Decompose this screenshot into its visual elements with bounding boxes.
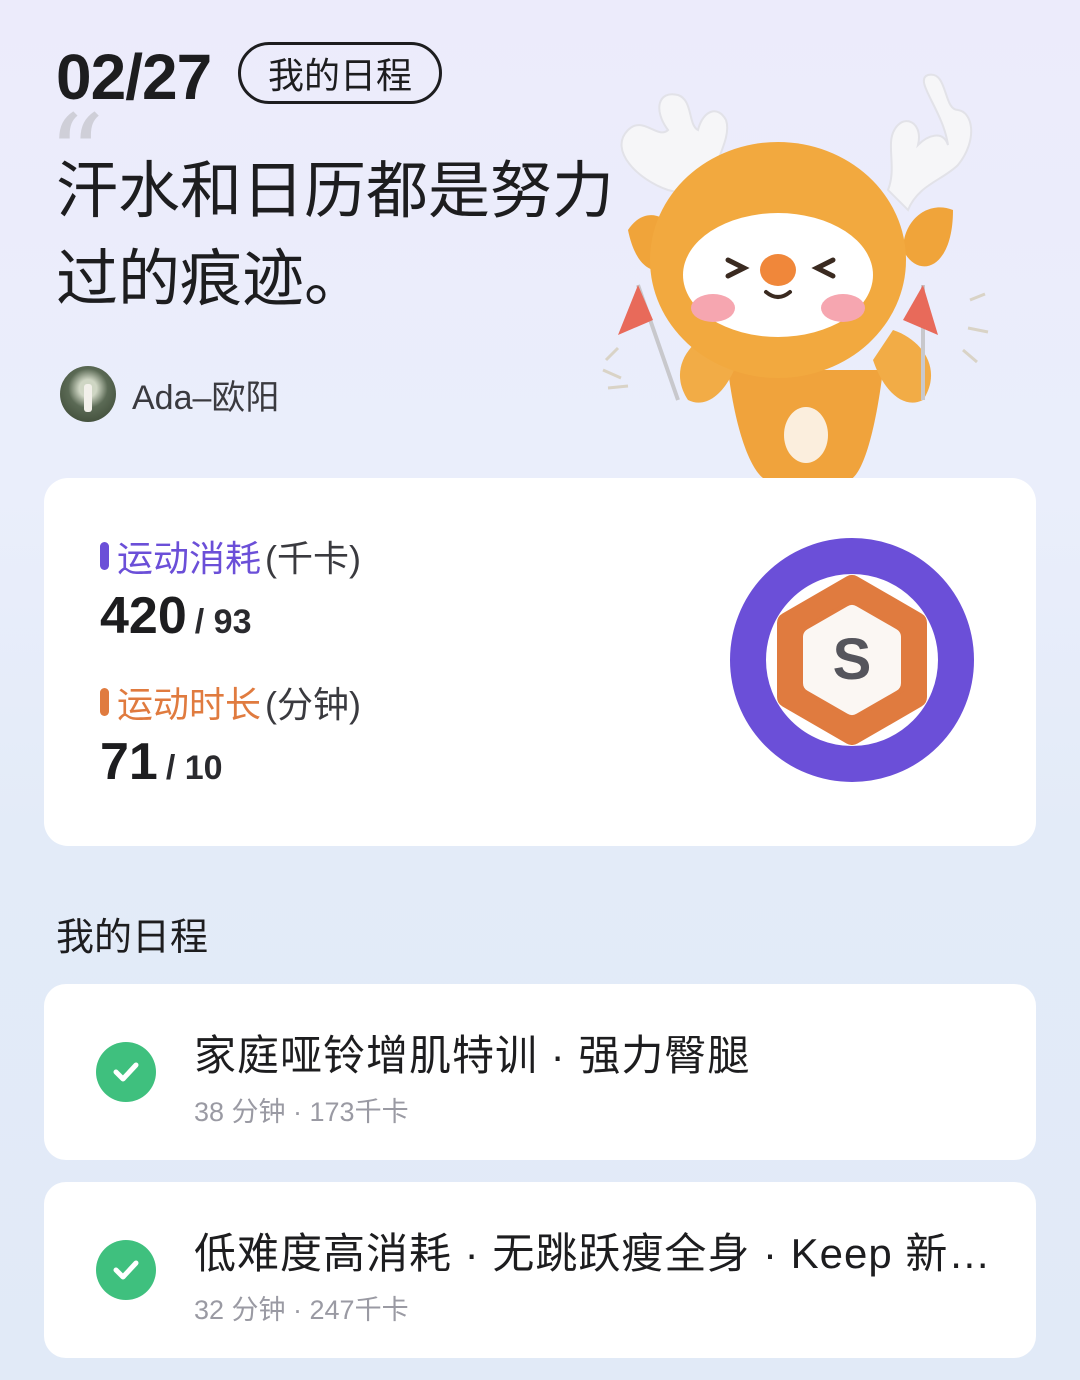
my-schedule-pill[interactable]: 我的日程	[238, 42, 442, 104]
check-icon[interactable]	[96, 1042, 156, 1102]
user-info[interactable]: Ada–欧阳	[60, 366, 279, 422]
calories-current: 420	[100, 587, 187, 645]
calories-goal: / 93	[194, 603, 252, 641]
calories-label-text: 运动消耗	[117, 538, 262, 579]
task-card[interactable]: 低难度高消耗 · 无跳跃瘦全身 · Keep 新… 32 分钟 · 247千卡	[44, 1182, 1036, 1358]
avatar[interactable]	[60, 366, 116, 422]
duration-current: 71	[100, 733, 158, 791]
check-icon[interactable]	[96, 1240, 156, 1300]
task-meta: 32 分钟 · 247千卡	[194, 1295, 409, 1325]
task-meta: 38 分钟 · 173千卡	[194, 1097, 409, 1127]
duration-unit: (分钟)	[265, 684, 361, 725]
daily-quote: 汗水和日历都是努力过的痕迹。	[56, 157, 615, 314]
calories-unit: (千卡)	[265, 538, 361, 579]
task-card[interactable]: 家庭哑铃增肌特训 · 强力臀腿 38 分钟 · 173千卡	[44, 984, 1036, 1160]
calories-value: 420 / 93	[100, 586, 251, 646]
calories-label: 运动消耗 (千卡)	[100, 530, 361, 582]
duration-label: 运动时长 (分钟)	[100, 676, 361, 728]
section-title: 我的日程	[56, 917, 209, 959]
username: Ada–欧阳	[132, 378, 280, 417]
duration-goal: / 10	[165, 749, 223, 787]
task-title: 家庭哑铃增肌特训 · 强力臀腿	[194, 1032, 751, 1079]
duration-marker	[100, 688, 109, 716]
badge-letter: S	[833, 627, 872, 692]
duration-value: 71 / 10	[100, 732, 223, 792]
activity-ring-badge[interactable]: S	[728, 536, 976, 784]
calories-marker	[100, 542, 109, 570]
deer-mascot-illustration	[602, 73, 989, 480]
stats-card[interactable]: 运动消耗 (千卡) 420 / 93 运动时长 (分钟) 71 / 10 S	[44, 478, 1036, 846]
duration-label-text: 运动时长	[117, 684, 262, 725]
task-title: 低难度高消耗 · 无跳跃瘦全身 · Keep 新…	[194, 1230, 992, 1277]
